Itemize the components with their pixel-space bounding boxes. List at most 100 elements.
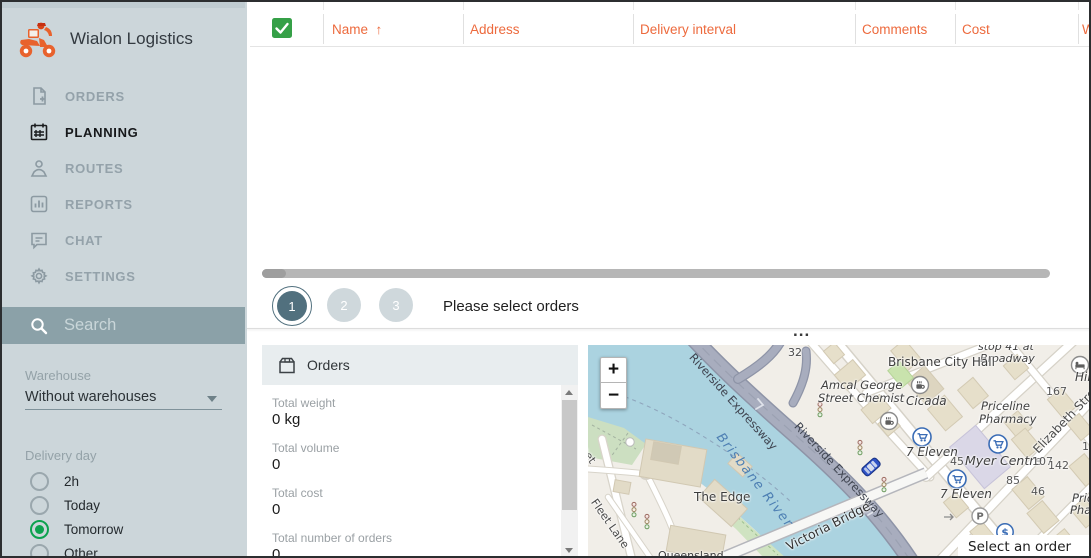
radio-today[interactable]: Today (0, 493, 247, 517)
field-label: Total weight (272, 396, 335, 410)
map-zoom-controls: + − (600, 357, 627, 409)
sidebar-item-reports[interactable]: REPORTS (0, 186, 247, 222)
radio-icon (30, 544, 49, 558)
field-label: Total number of orders (272, 531, 392, 545)
column-separator (855, 14, 856, 44)
map-label: Myer Centre (965, 454, 1042, 468)
shop-icon (948, 470, 966, 488)
field-label: Total cost (272, 486, 323, 500)
radio-icon (30, 496, 49, 515)
map-label: 167 (1046, 386, 1067, 398)
radio-2h[interactable]: 2h (0, 469, 247, 493)
sidebar-item-planning[interactable]: PLANNING (0, 114, 247, 150)
orders-summary-panel: Orders Total weight 0 kg Total volume 0 … (262, 345, 578, 558)
radio-icon (30, 472, 49, 491)
column-header-cost[interactable]: Cost (962, 22, 990, 37)
scroll-up-icon[interactable] (565, 390, 573, 395)
traffic-lights-icon (645, 514, 649, 528)
search-input[interactable]: Search (2, 307, 245, 344)
splitter-handle-icon[interactable]: ... (793, 326, 810, 336)
gear-icon (29, 266, 49, 286)
sidebar-item-label: REPORTS (65, 197, 133, 212)
column-tick (323, 2, 324, 10)
wialon-logistics-window: Wialon Logistics ORDERS PLANNING ROUTES (0, 0, 1091, 558)
orders-icon (29, 86, 49, 106)
column-header-w[interactable]: W (1082, 22, 1091, 37)
search-placeholder: Search (64, 316, 116, 335)
map-hint-text: Select an order (968, 539, 1071, 555)
svg-text:P: P (976, 512, 983, 523)
panel-divider (247, 328, 1091, 329)
sidebar-item-routes[interactable]: ROUTES (0, 150, 247, 186)
column-header-comments[interactable]: Comments (862, 22, 927, 37)
vertical-scrollbar[interactable] (561, 385, 578, 558)
sidebar-item-label: CHAT (65, 233, 103, 248)
sidebar: Wialon Logistics ORDERS PLANNING ROUTES (0, 0, 247, 558)
logo-row: Wialon Logistics (16, 16, 193, 62)
zoom-out-button[interactable]: − (600, 383, 627, 409)
sidebar-item-orders[interactable]: ORDERS (0, 78, 247, 114)
warehouse-label: Warehouse (25, 368, 91, 383)
chat-icon (29, 230, 49, 250)
step-2[interactable]: 2 (327, 288, 361, 322)
map-hint-box: Select an order (958, 535, 1091, 558)
map-label: 32 (788, 347, 802, 359)
sidebar-top-strip (2, 2, 245, 8)
field-value: 0 (272, 456, 280, 473)
routes-icon (29, 158, 49, 178)
map-label: 85 (1006, 475, 1020, 487)
shop-icon (989, 435, 1007, 453)
column-separator (955, 14, 956, 44)
package-icon (278, 357, 297, 374)
column-tick (1078, 2, 1079, 10)
scooter-logo-icon (16, 18, 58, 60)
radio-label: 2h (64, 474, 79, 489)
column-header-address[interactable]: Address (470, 22, 520, 37)
radio-selected-icon (30, 520, 49, 539)
zoom-in-button[interactable]: + (600, 357, 627, 383)
sidebar-item-chat[interactable]: CHAT (0, 222, 247, 258)
field-value: 0 (272, 546, 280, 558)
column-separator (323, 14, 324, 44)
map-label: Hilt (1075, 371, 1091, 384)
horizontal-scrollbar[interactable] (262, 269, 1050, 278)
map-label: Pharmacy (979, 413, 1036, 426)
step-1[interactable]: 1 (272, 286, 312, 326)
scrollbar-thumb[interactable] (562, 400, 577, 510)
map-label: Phar (1070, 504, 1091, 517)
scroll-down-icon[interactable] (565, 548, 573, 553)
map-panel: P $ 32 stop 41 at Broadway Brisbane City… (588, 345, 1091, 558)
map-label: 7 Eleven (940, 488, 992, 501)
sidebar-item-label: SETTINGS (65, 269, 136, 284)
column-separator (1078, 14, 1079, 44)
radio-label: Tomorrow (64, 522, 123, 537)
map-label: The Edge (694, 491, 750, 504)
sidebar-item-label: PLANNING (65, 125, 139, 140)
field-value: 0 (272, 501, 280, 518)
radio-tomorrow[interactable]: Tomorrow (0, 517, 247, 541)
reports-icon (29, 194, 49, 214)
warehouse-select[interactable]: Without warehouses (25, 389, 156, 405)
map-label: 142 (1048, 460, 1069, 472)
column-header-delivery-interval[interactable]: Delivery interval (640, 22, 736, 37)
orders-panel-header: Orders (262, 345, 578, 385)
cafe-icon (912, 377, 929, 394)
app-title: Wialon Logistics (70, 29, 193, 49)
traffic-lights-icon (882, 477, 886, 491)
traffic-lights-icon (858, 440, 862, 454)
column-tick (955, 2, 956, 10)
select-all-checkbox[interactable] (272, 18, 292, 38)
step-3[interactable]: 3 (379, 288, 413, 322)
sidebar-item-settings[interactable]: SETTINGS (0, 258, 247, 294)
parking-icon: P (972, 508, 988, 524)
orders-panel-title: Orders (307, 357, 350, 373)
radio-other[interactable]: Other (0, 541, 247, 558)
check-icon (272, 18, 292, 38)
shop-icon (913, 428, 931, 446)
chevron-down-icon[interactable] (207, 396, 217, 402)
header-border (250, 46, 1091, 47)
column-header-name[interactable]: Name ↑ (332, 22, 382, 37)
map-label: Amcal George (821, 379, 902, 392)
sidebar-menu: ORDERS PLANNING ROUTES REPORTS (0, 78, 247, 294)
search-icon (30, 317, 48, 335)
